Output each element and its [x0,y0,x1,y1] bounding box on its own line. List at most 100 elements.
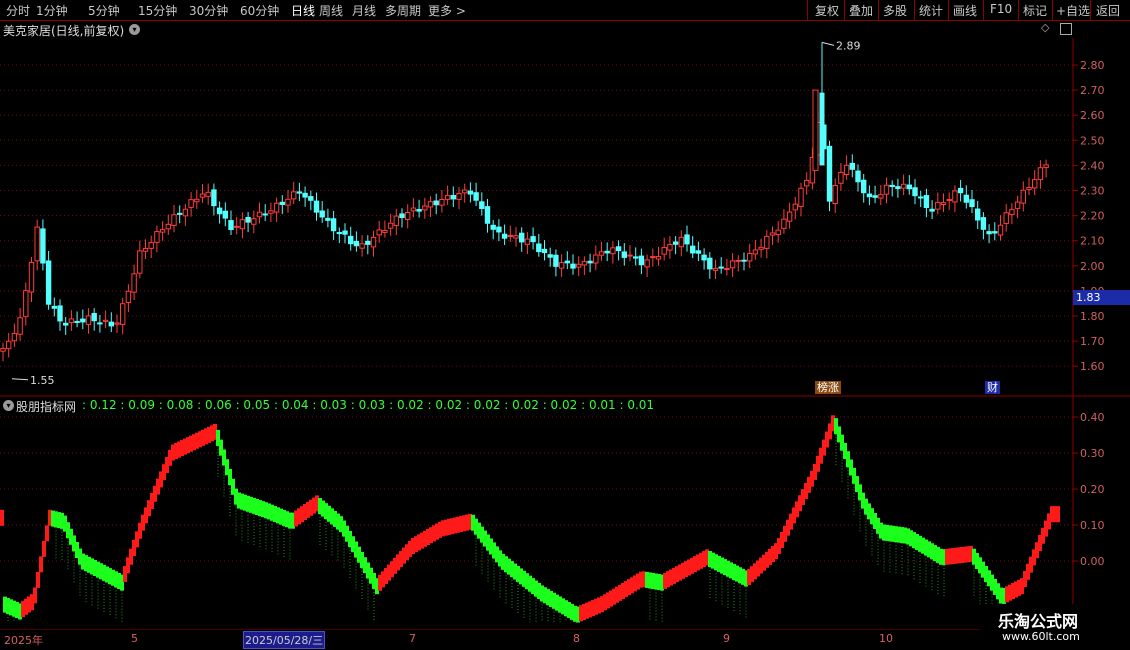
candle-down [450,194,457,200]
candle-up [1032,179,1038,189]
candle-up [456,193,462,200]
fuquan-button[interactable]: 复权 [815,2,839,19]
watermark-url: www.60lt.com [1002,630,1080,643]
candle-down [279,201,286,205]
indicator-value: : 0.03 [308,398,347,412]
candle-down [855,170,861,183]
candle-up [581,261,588,266]
tab-60min[interactable]: 60分钟 [240,2,279,19]
candle-down [564,260,570,264]
candle-down [177,212,183,215]
tab-fenshi[interactable]: 分时 [6,2,30,19]
candle-down [302,192,308,198]
kline-chart-area[interactable]: 2.802.702.602.502.402.302.202.102.001.90… [0,20,1130,630]
indicator-value: : 0.08 [154,398,194,412]
candle-up [735,259,741,262]
candle-up [1014,201,1021,209]
candle-down [957,187,964,194]
candle-up [28,261,35,293]
candle-down [308,196,314,201]
indicator-bar-up [36,571,40,588]
indicator-bar-up [33,587,37,604]
date-cursor-label: 2025/05/28/三 [243,631,326,649]
candle-up [1026,186,1032,190]
candle-down [992,231,998,234]
f10-button[interactable]: F10 [990,2,1012,16]
indicator-tick-label: 0.40 [1080,411,1105,424]
candle-up [359,243,365,249]
candle-down [490,224,496,230]
tab-multi-period[interactable]: 多周期 [385,2,421,19]
candle-up [273,202,280,213]
candle-up [952,190,958,203]
draw-line-button[interactable]: 画线 [953,2,977,19]
candle-down [353,240,360,247]
candle-up [68,318,75,324]
tab-30min[interactable]: 30分钟 [189,2,228,19]
tab-daily[interactable]: 日线 [291,2,315,19]
low-marker-line [11,378,29,381]
back-button[interactable]: 返回 [1096,2,1120,19]
candle-up [6,340,12,350]
candle-down [108,321,114,327]
candle-down [701,254,707,261]
candle-down [211,189,217,207]
candle-up [410,207,417,212]
candle-down [63,322,69,326]
candle-up [439,198,445,206]
candle-down [74,320,80,323]
candle-down [615,246,622,252]
window-toggle-icon[interactable] [1060,23,1072,35]
candle-up [752,249,759,255]
price-tick-label: 2.80 [1080,59,1105,72]
candle-up [627,254,633,257]
indicator-value: : 0.06 [193,398,232,412]
candle-down [718,266,724,269]
x-label: 5 [131,632,138,645]
candle-down [91,312,97,322]
candle-up [838,171,844,184]
candle-down [923,195,930,209]
tab-more[interactable]: 更多 > [428,2,466,19]
stats-button[interactable]: 统计 [919,2,943,19]
candle-up [507,235,514,238]
candle-up [524,238,531,245]
tab-15min[interactable]: 15分钟 [138,2,177,19]
candle-up [427,201,434,208]
candle-down [633,256,639,259]
candle-up [382,230,388,233]
candle-down [872,195,878,198]
candle-up [1020,189,1026,204]
indicator-tick-label: 0.20 [1080,483,1105,496]
multi-stock-button[interactable]: 多股 [883,2,907,19]
candle-down [473,192,479,201]
tab-1min[interactable]: 1分钟 [36,2,68,19]
tab-monthly[interactable]: 月线 [352,2,376,19]
x-label: 7 [409,632,416,645]
candle-up [513,235,519,239]
chevron-down-icon[interactable]: ▾ [3,400,14,411]
candle-up [131,273,137,293]
add-watchlist-button[interactable]: +自选 [1056,2,1090,19]
candle-down [895,186,901,190]
chevron-down-icon[interactable]: ▾ [129,24,140,35]
candle-down [228,220,234,231]
chevron-right-icon: > [452,4,466,18]
candle-up [23,290,29,318]
candle-up [775,229,781,236]
candle-up [997,224,1004,236]
indicator-value: : 0.05 [231,398,271,412]
x-label: 8 [573,632,580,645]
candle-up [1003,212,1009,224]
candle-up [205,191,211,197]
candle-up [644,259,650,268]
mark-button[interactable]: 标记 [1023,2,1047,19]
candle-up [422,205,428,211]
candle-down [975,208,981,221]
diamond-icon[interactable]: ◇ [1041,21,1049,34]
overlay-button[interactable]: 叠加 [849,2,873,19]
candle-down [553,254,559,267]
high-marker-line [821,41,835,46]
tab-weekly[interactable]: 周线 [319,2,343,19]
tab-5min[interactable]: 5分钟 [88,2,120,19]
